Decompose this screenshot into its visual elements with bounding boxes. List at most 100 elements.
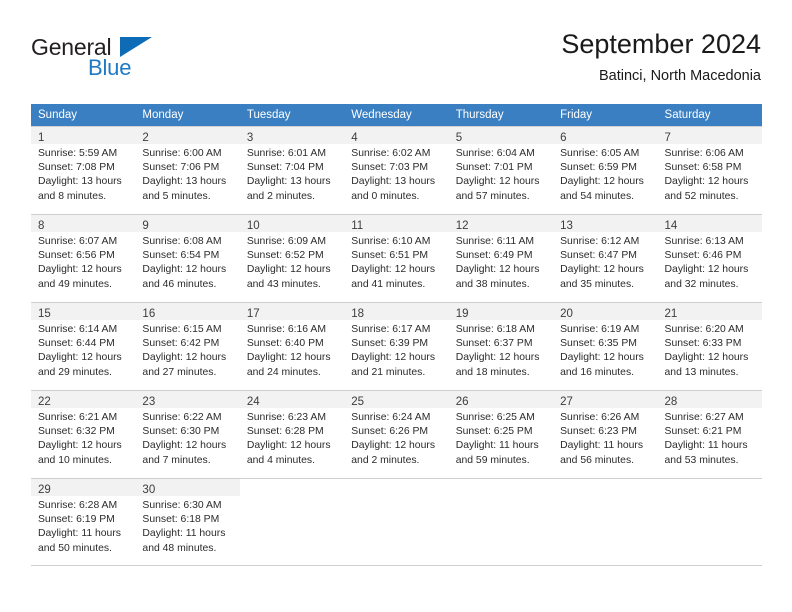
sunrise-text: Sunrise: 5:59 AM bbox=[38, 148, 118, 159]
day-number: 20 bbox=[560, 308, 573, 320]
day-details: Sunrise: 6:11 AM Sunset: 6:49 PM Daylight:… bbox=[449, 232, 553, 292]
calendar-day-cell[interactable]: 4 Sunrise: 6:02 AM Sunset: 7:03 PM Daylight… bbox=[344, 126, 449, 214]
calendar-cell: 24 Sunrise: 6:23 AM Sunset: 6:28 PM Dayligh… bbox=[239, 390, 345, 478]
calendar-day-cell[interactable]: 8 Sunrise: 6:07 AM Sunset: 6:56 PM Daylight… bbox=[31, 214, 136, 302]
calendar-body: 1 Sunrise: 5:59 AM Sunset: 7:08 PM Daylight… bbox=[31, 126, 762, 566]
day-number: 16 bbox=[142, 308, 156, 320]
day-number-bar: 4 bbox=[344, 127, 449, 144]
daylight-text-line2: and 32 minutes. bbox=[664, 278, 739, 290]
day-number: 5 bbox=[455, 132, 463, 144]
calendar-day-cell[interactable]: 5 Sunrise: 6:04 AM Sunset: 7:01 PM Daylight… bbox=[448, 126, 554, 214]
calendar-cell: 30 Sunrise: 6:30 AM Sunset: 6:18 PM Dayligh… bbox=[135, 478, 240, 566]
calendar-day-cell[interactable]: 3 Sunrise: 6:01 AM Sunset: 7:04 PM Daylight… bbox=[239, 126, 345, 214]
calendar-day-cell[interactable]: 6 Sunrise: 6:05 AM Sunset: 6:59 PM Daylight… bbox=[553, 126, 658, 214]
calendar-day-cell[interactable]: 10 Sunrise: 6:09 AM Sunset: 6:52 PM Dayligh… bbox=[239, 214, 345, 302]
calendar-day-cell[interactable]: 30 Sunrise: 6:30 AM Sunset: 6:18 PM Dayligh… bbox=[135, 478, 240, 566]
calendar-day-cell[interactable]: 1 Sunrise: 5:59 AM Sunset: 7:08 PM Daylight… bbox=[31, 126, 136, 214]
calendar-day-cell[interactable]: 28 Sunrise: 6:27 AM Sunset: 6:21 PM Dayligh… bbox=[657, 390, 762, 478]
day-number: 15 bbox=[38, 308, 51, 320]
calendar-cell-empty bbox=[553, 478, 658, 566]
calendar-day-cell[interactable]: 27 Sunrise: 6:26 AM Sunset: 6:23 PM Dayligh… bbox=[553, 390, 658, 478]
daylight-text-line2: and 5 minutes. bbox=[142, 190, 211, 202]
daylight-text-line2: and 48 minutes. bbox=[142, 542, 217, 554]
calendar-grid: Sunday Monday Tuesday Wednesday Thursday… bbox=[31, 104, 762, 566]
calendar-day-cell[interactable]: 14 Sunrise: 6:13 AM Sunset: 6:46 PM Dayligh… bbox=[657, 214, 762, 302]
day-number: 11 bbox=[351, 220, 364, 232]
calendar-cell: 1 Sunrise: 5:59 AM Sunset: 7:08 PM Daylight… bbox=[31, 126, 136, 214]
calendar-day-cell[interactable]: 15 Sunrise: 6:14 AM Sunset: 6:44 PM Dayligh… bbox=[31, 302, 136, 390]
sunrise-text: Sunrise: 6:30 AM bbox=[142, 500, 222, 511]
calendar-page: General Blue September 2024 Batinci, Nor… bbox=[0, 0, 792, 612]
daylight-text-line2: and 29 minutes. bbox=[38, 366, 112, 378]
sunset-text: Sunset: 6:58 PM bbox=[664, 162, 742, 174]
calendar-cell bbox=[239, 478, 345, 566]
weekday-header-tuesday: Tuesday bbox=[239, 104, 345, 126]
sunset-text: Sunset: 6:51 PM bbox=[351, 250, 429, 262]
calendar-cell: 14 Sunrise: 6:13 AM Sunset: 6:46 PM Dayligh… bbox=[657, 214, 762, 302]
calendar-day-cell[interactable]: 21 Sunrise: 6:20 AM Sunset: 6:33 PM Dayligh… bbox=[657, 302, 762, 390]
weekday-header-saturday: Saturday bbox=[657, 104, 762, 126]
day-number: 23 bbox=[142, 396, 156, 408]
day-details: Sunrise: 6:05 AM Sunset: 6:59 PM Daylight:… bbox=[553, 144, 657, 204]
calendar-cell-empty bbox=[239, 478, 345, 566]
calendar-cell: 16 Sunrise: 6:15 AM Sunset: 6:42 PM Dayligh… bbox=[135, 302, 240, 390]
calendar-day-cell[interactable]: 23 Sunrise: 6:22 AM Sunset: 6:30 PM Dayligh… bbox=[135, 390, 240, 478]
daylight-text-line1: Daylight: 11 hours bbox=[455, 440, 539, 452]
daylight-text-line1: Daylight: 11 hours bbox=[664, 440, 748, 452]
calendar-day-cell[interactable]: 13 Sunrise: 6:12 AM Sunset: 6:47 PM Dayligh… bbox=[553, 214, 658, 302]
day-number-bar: 7 bbox=[657, 127, 762, 144]
sunset-text: Sunset: 6:33 PM bbox=[664, 338, 742, 350]
day-details: Sunrise: 6:04 AM Sunset: 7:01 PM Daylight:… bbox=[449, 144, 553, 204]
day-number: 19 bbox=[455, 308, 469, 320]
sunrise-text: Sunrise: 6:00 AM bbox=[142, 148, 222, 159]
calendar-day-cell[interactable]: 2 Sunrise: 6:00 AM Sunset: 7:06 PM Daylight… bbox=[135, 126, 240, 214]
calendar-day-cell[interactable]: 25 Sunrise: 6:24 AM Sunset: 6:26 PM Dayligh… bbox=[344, 390, 449, 478]
sunrise-text: Sunrise: 6:22 AM bbox=[142, 412, 222, 423]
calendar-day-cell[interactable]: 17 Sunrise: 6:16 AM Sunset: 6:40 PM Dayligh… bbox=[239, 302, 345, 390]
day-number: 12 bbox=[455, 220, 469, 232]
sunset-text: Sunset: 6:49 PM bbox=[455, 250, 533, 262]
day-details: Sunrise: 6:23 AM Sunset: 6:28 PM Daylight:… bbox=[240, 408, 344, 468]
sunset-text: Sunset: 6:25 PM bbox=[455, 426, 533, 438]
sunrise-text: Sunrise: 6:06 AM bbox=[664, 148, 744, 159]
calendar-day-cell[interactable]: 20 Sunrise: 6:19 AM Sunset: 6:35 PM Dayligh… bbox=[553, 302, 658, 390]
calendar-cell: 2 Sunrise: 6:00 AM Sunset: 7:06 PM Daylight… bbox=[135, 126, 240, 214]
day-number: 9 bbox=[142, 220, 149, 232]
calendar-cell bbox=[448, 478, 554, 566]
daylight-text-line2: and 49 minutes. bbox=[38, 278, 112, 290]
calendar-day-cell[interactable]: 29 Sunrise: 6:28 AM Sunset: 6:19 PM Dayligh… bbox=[31, 478, 136, 566]
calendar-week-row: 22 Sunrise: 6:21 AM Sunset: 6:32 PM Dayligh… bbox=[31, 390, 762, 478]
sunset-text: Sunset: 6:47 PM bbox=[560, 250, 637, 262]
day-number-bar: 17 bbox=[239, 303, 345, 320]
day-number: 6 bbox=[560, 132, 567, 144]
daylight-text-line1: Daylight: 12 hours bbox=[246, 440, 331, 452]
day-details: Sunrise: 6:26 AM Sunset: 6:23 PM Daylight:… bbox=[553, 408, 657, 468]
calendar-week-row: 1 Sunrise: 5:59 AM Sunset: 7:08 PM Daylight… bbox=[31, 126, 762, 214]
daylight-text-line1: Daylight: 12 hours bbox=[455, 176, 540, 188]
calendar-day-cell[interactable]: 16 Sunrise: 6:15 AM Sunset: 6:42 PM Dayligh… bbox=[135, 302, 240, 390]
calendar-day-cell[interactable]: 19 Sunrise: 6:18 AM Sunset: 6:37 PM Dayligh… bbox=[448, 302, 554, 390]
calendar-day-cell[interactable]: 7 Sunrise: 6:06 AM Sunset: 6:58 PM Daylight… bbox=[657, 126, 762, 214]
sunset-text: Sunset: 6:52 PM bbox=[246, 250, 324, 262]
day-number-bar: 19 bbox=[448, 303, 554, 320]
calendar-day-cell[interactable]: 9 Sunrise: 6:08 AM Sunset: 6:54 PM Daylight… bbox=[135, 214, 240, 302]
sunset-text: Sunset: 6:54 PM bbox=[142, 250, 220, 262]
daylight-text-line2: and 46 minutes. bbox=[142, 278, 217, 290]
calendar-day-cell[interactable]: 11 Sunrise: 6:10 AM Sunset: 6:51 PM Dayligh… bbox=[344, 214, 449, 302]
calendar-cell: 7 Sunrise: 6:06 AM Sunset: 6:58 PM Daylight… bbox=[657, 126, 762, 214]
sunset-text: Sunset: 6:44 PM bbox=[38, 338, 115, 350]
calendar-day-cell[interactable]: 22 Sunrise: 6:21 AM Sunset: 6:32 PM Dayligh… bbox=[31, 390, 136, 478]
day-number-bar: 23 bbox=[135, 391, 240, 408]
calendar-day-cell[interactable]: 26 Sunrise: 6:25 AM Sunset: 6:25 PM Dayligh… bbox=[448, 390, 554, 478]
daylight-text-line1: Daylight: 13 hours bbox=[246, 176, 331, 188]
day-details: Sunrise: 6:02 AM Sunset: 7:03 PM Daylight:… bbox=[344, 144, 448, 204]
calendar-cell: 19 Sunrise: 6:18 AM Sunset: 6:37 PM Dayligh… bbox=[448, 302, 554, 390]
calendar-cell-empty bbox=[344, 478, 449, 566]
daylight-text-line2: and 18 minutes. bbox=[455, 366, 530, 378]
calendar-day-cell[interactable]: 18 Sunrise: 6:17 AM Sunset: 6:39 PM Dayligh… bbox=[344, 302, 449, 390]
daylight-text-line1: Daylight: 13 hours bbox=[38, 176, 122, 188]
calendar-day-cell[interactable]: 24 Sunrise: 6:23 AM Sunset: 6:28 PM Dayligh… bbox=[239, 390, 345, 478]
weekday-header-sunday: Sunday bbox=[31, 104, 136, 126]
calendar-day-cell[interactable]: 12 Sunrise: 6:11 AM Sunset: 6:49 PM Dayligh… bbox=[448, 214, 554, 302]
weekday-header-thursday: Thursday bbox=[448, 104, 554, 126]
